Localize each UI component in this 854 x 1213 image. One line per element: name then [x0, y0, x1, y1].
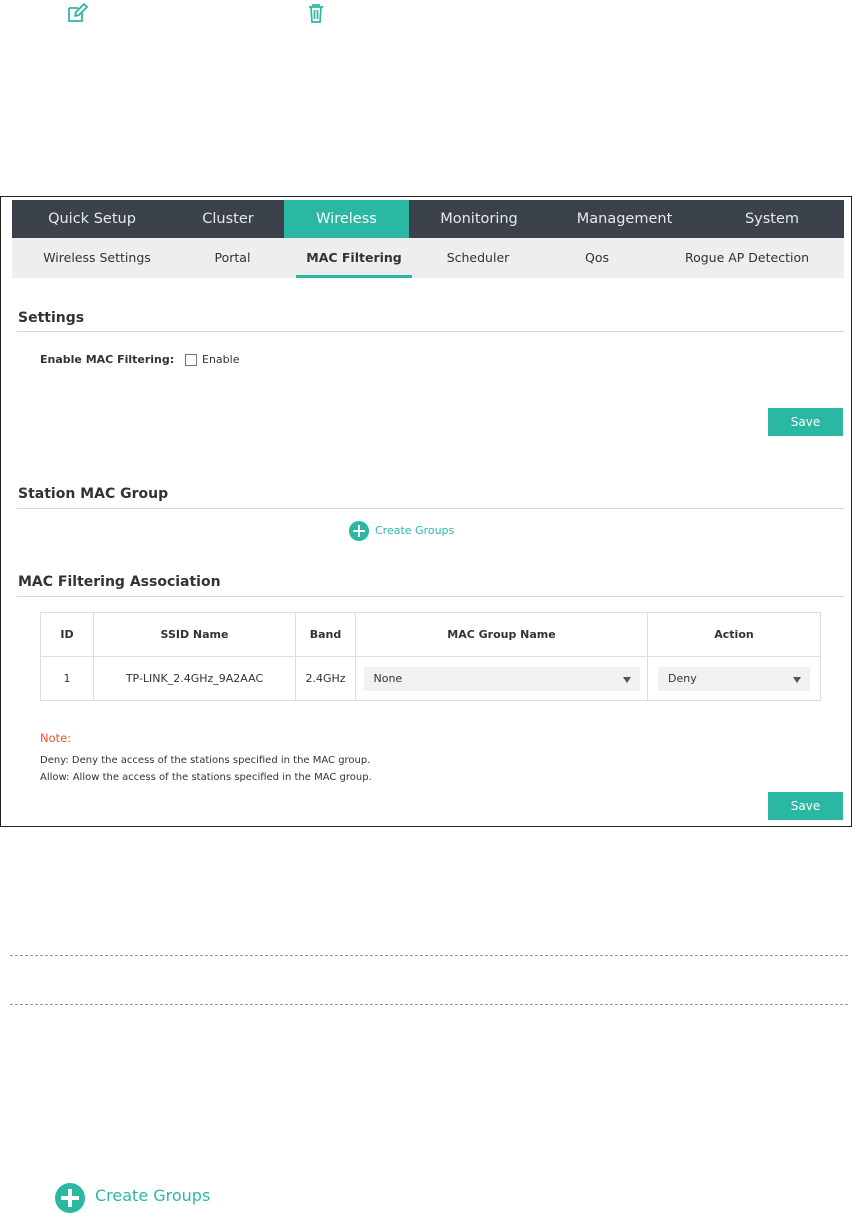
station-mac-group-title: Station MAC Group [18, 486, 169, 502]
association-divider [17, 596, 844, 597]
nav-system[interactable]: System [700, 200, 844, 238]
dashed-divider [10, 1004, 848, 1005]
association-table: ID SSID Name Band MAC Group Name Action … [40, 612, 821, 701]
sub-nav: Wireless Settings Portal MAC Filtering S… [12, 238, 844, 278]
nav-monitoring[interactable]: Monitoring [409, 200, 549, 238]
settings-title: Settings [18, 310, 85, 326]
settings-divider [17, 331, 844, 332]
cell-id: 1 [40, 656, 94, 701]
column-header-id: ID [40, 612, 94, 657]
cell-band: 2.4GHz [295, 656, 356, 701]
cell-ssid: TP-LINK_2.4GHz_9A2AAC [93, 656, 296, 701]
note-line-deny: Deny: Deny the access of the stations sp… [40, 755, 371, 766]
action-select-value: Deny [668, 671, 697, 685]
table-row: 1 TP-LINK_2.4GHz_9A2AAC 2.4GHz None Deny [40, 656, 821, 701]
plus-circle-icon[interactable] [349, 521, 369, 541]
nav-quick-setup[interactable]: Quick Setup [12, 200, 172, 238]
station-group-divider [17, 508, 844, 509]
nav-wireless[interactable]: Wireless [284, 200, 409, 238]
mac-filtering-association-title: MAC Filtering Association [18, 574, 221, 590]
column-header-mac-group: MAC Group Name [355, 612, 648, 657]
enable-mac-filtering-checkbox[interactable] [185, 354, 197, 366]
settings-save-button[interactable]: Save [768, 408, 843, 436]
tab-rogue-ap-detection[interactable]: Rogue AP Detection [650, 238, 844, 278]
bottom-save-button[interactable]: Save [768, 792, 843, 820]
note-title: Note: [40, 731, 72, 745]
column-header-ssid: SSID Name [93, 612, 296, 657]
main-nav: Quick Setup Cluster Wireless Monitoring … [12, 200, 844, 238]
enable-mac-filtering-label: Enable MAC Filtering: [40, 353, 175, 366]
table-header-row: ID SSID Name Band MAC Group Name Action [40, 612, 821, 657]
tab-mac-filtering[interactable]: MAC Filtering [296, 238, 412, 278]
mac-group-select[interactable]: None [363, 666, 640, 691]
mac-filtering-panel: Quick Setup Cluster Wireless Monitoring … [0, 196, 852, 827]
mac-group-select-value: None [373, 671, 403, 685]
note-line-allow: Allow: Allow the access of the stations … [40, 772, 372, 783]
cell-action: Deny [647, 656, 821, 701]
enable-checkbox-label: Enable [202, 353, 240, 366]
chevron-down-icon [622, 676, 631, 683]
create-groups-link[interactable]: Create Groups [375, 524, 454, 537]
dashed-divider [10, 955, 848, 956]
column-header-action: Action [647, 612, 821, 657]
action-select[interactable]: Deny [658, 666, 810, 691]
tab-portal[interactable]: Portal [182, 238, 283, 278]
tab-wireless-settings[interactable]: Wireless Settings [12, 238, 182, 278]
chevron-down-icon [793, 676, 801, 683]
trash-icon[interactable] [305, 2, 327, 24]
bottom-create-groups-link[interactable]: Create Groups [95, 1186, 210, 1205]
nav-management[interactable]: Management [549, 200, 700, 238]
tab-scheduler[interactable]: Scheduler [412, 238, 544, 278]
cell-mac-group: None [355, 656, 648, 701]
edit-icon[interactable] [66, 2, 88, 24]
column-header-band: Band [295, 612, 356, 657]
plus-circle-icon[interactable] [55, 1183, 85, 1213]
tab-qos[interactable]: Qos [544, 238, 650, 278]
nav-cluster[interactable]: Cluster [172, 200, 284, 238]
